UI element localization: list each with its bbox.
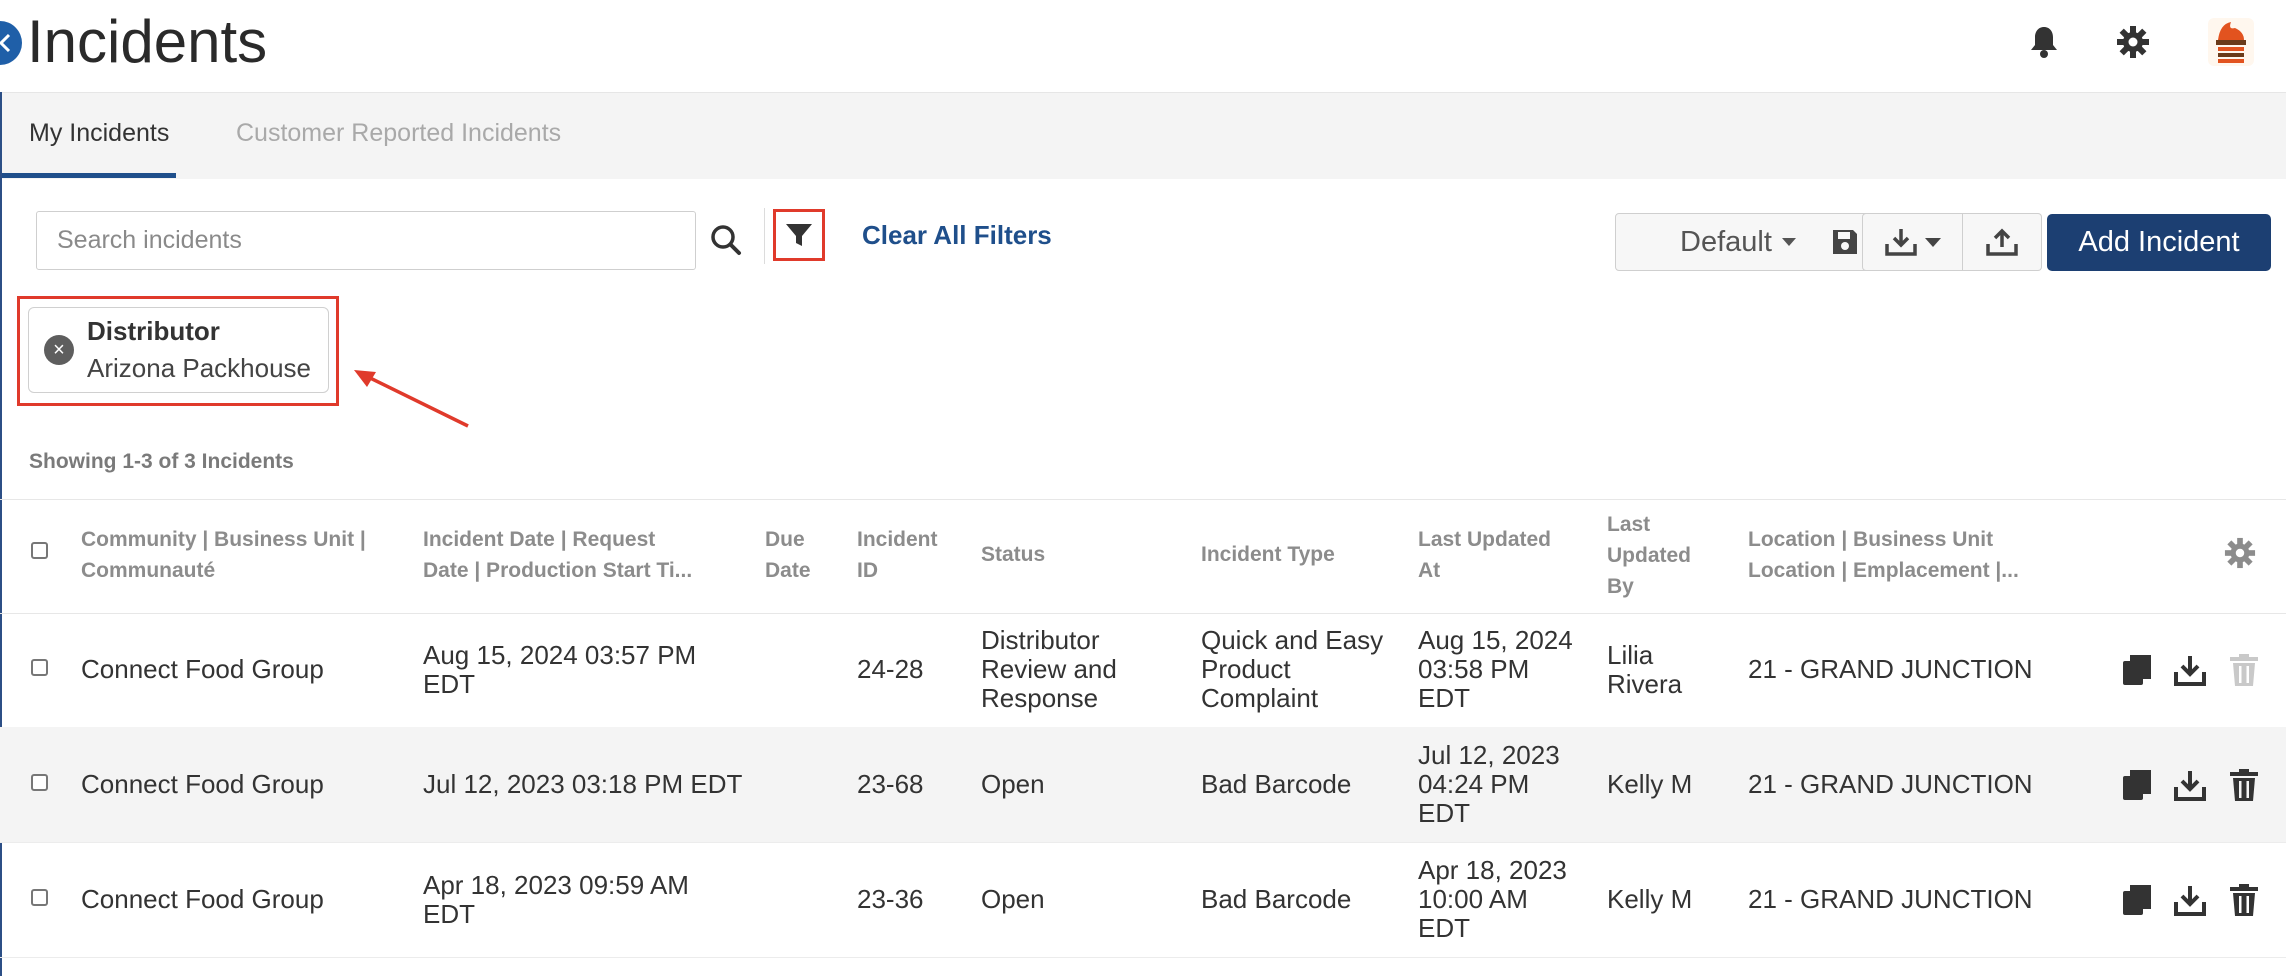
search-input[interactable] (36, 211, 696, 270)
row-checkbox[interactable] (31, 774, 48, 791)
cell-location: 21 - GRAND JUNCTION (1748, 769, 2033, 799)
results-count: Showing 1-3 of 3 Incidents (29, 450, 294, 473)
select-all-checkbox[interactable] (31, 542, 48, 559)
cell-community: Connect Food Group (81, 884, 324, 914)
cell-incident-id[interactable]: 24-28 (857, 655, 924, 684)
filter-chip-value: Arizona Packhouse (87, 353, 312, 383)
download-icon[interactable] (2170, 878, 2210, 922)
cell-incident-id[interactable]: 23-68 (857, 770, 924, 799)
back-button[interactable] (0, 21, 22, 65)
cell-community: Connect Food Group (81, 654, 324, 684)
search-icon[interactable] (704, 216, 748, 264)
filter-button[interactable] (773, 209, 825, 261)
caret-down-icon (1781, 238, 1796, 246)
cell-incident-id[interactable]: 23-36 (857, 885, 924, 914)
download-menu-button[interactable] (1862, 213, 1963, 271)
col-incident-id[interactable]: Incident ID (857, 524, 938, 586)
col-last-updated-at[interactable]: Last Updated At (1418, 524, 1551, 586)
cell-incident-date: Aug 15, 2024 03:57 PM EDT (423, 640, 697, 699)
avatar[interactable] (2208, 18, 2254, 66)
tab-customer-reported-incidents[interactable]: Customer Reported Incidents (236, 92, 561, 178)
toolbar-divider (764, 208, 765, 264)
delete-icon[interactable] (2224, 648, 2264, 692)
col-due-date[interactable]: Due Date (765, 524, 811, 586)
remove-filter-icon[interactable]: × (44, 335, 74, 365)
copy-icon[interactable] (2117, 763, 2157, 807)
cell-last-updated-at: Jul 12, 2023 04:24 PM EDT (1418, 740, 1560, 828)
cell-incident-type: Bad Barcode (1201, 884, 1352, 914)
cell-last-updated-by: Kelly M (1607, 884, 1693, 914)
cell-last-updated-by: Lilia Rivera (1607, 640, 1683, 699)
filter-chip-label: Distributor (87, 316, 220, 346)
cell-incident-type: Quick and Easy Product Complaint (1201, 625, 1384, 713)
page-title: Incidents (27, 8, 268, 75)
cell-last-updated-by: Kelly M (1607, 769, 1693, 799)
cell-status: Open (981, 884, 1045, 914)
col-location[interactable]: Location | Business Unit Location | Empla… (1748, 524, 2019, 586)
upload-icon (1986, 228, 2018, 256)
cell-community: Connect Food Group (81, 769, 324, 799)
gear-icon[interactable] (2113, 20, 2153, 64)
chevron-left-icon (0, 33, 11, 53)
save-icon (1832, 230, 1857, 254)
row-checkbox[interactable] (31, 659, 48, 676)
delete-icon[interactable] (2224, 763, 2264, 807)
table-row[interactable]: Connect Food Group Jul 12, 2023 03:18 PM… (0, 727, 2286, 843)
tab-my-incidents[interactable]: My Incidents (0, 92, 176, 178)
upload-button[interactable] (1963, 213, 2042, 271)
cell-status: Open (981, 769, 1045, 799)
clear-all-filters-link[interactable]: Clear All Filters (862, 220, 1052, 251)
col-status[interactable]: Status (981, 539, 1045, 570)
caret-down-icon (1924, 237, 1941, 247)
copy-icon[interactable] (2117, 648, 2157, 692)
copy-icon[interactable] (2117, 878, 2157, 922)
column-settings-gear-icon[interactable] (2224, 537, 2256, 573)
cell-status: Distributor Review and Response (981, 625, 1117, 713)
filter-icon (786, 224, 812, 246)
col-incident-date[interactable]: Incident Date | Request Date | Production… (423, 524, 692, 586)
cell-last-updated-at: Aug 15, 2024 03:58 PM EDT (1418, 625, 1573, 713)
cell-last-updated-at: Apr 18, 2023 10:00 AM EDT (1418, 855, 1567, 943)
cell-incident-type: Bad Barcode (1201, 769, 1352, 799)
col-incident-type[interactable]: Incident Type (1201, 539, 1335, 570)
view-select-label: Default (1680, 225, 1772, 258)
bell-icon[interactable] (2024, 20, 2064, 64)
table-row[interactable]: Connect Food Group Apr 18, 2023 09:59 AM… (0, 842, 2286, 958)
col-last-updated-by[interactable]: Last Updated By (1607, 509, 1691, 602)
download-icon[interactable] (2170, 763, 2210, 807)
download-icon (1884, 229, 1917, 256)
row-checkbox[interactable] (31, 889, 48, 906)
table-row[interactable]: Connect Food Group Aug 15, 2024 03:57 PM… (0, 612, 2286, 728)
cell-incident-date: Jul 12, 2023 03:18 PM EDT (423, 769, 743, 799)
delete-icon[interactable] (2224, 878, 2264, 922)
cell-location: 21 - GRAND JUNCTION (1748, 884, 2033, 914)
download-icon[interactable] (2170, 648, 2210, 692)
add-incident-button[interactable]: Add Incident (2047, 214, 2271, 271)
cell-incident-date: Apr 18, 2023 09:59 AM EDT (423, 870, 689, 929)
annotation-arrow (354, 370, 469, 428)
col-community[interactable]: Community | Business Unit | Communauté (81, 524, 366, 586)
cell-location: 21 - GRAND JUNCTION (1748, 654, 2033, 684)
